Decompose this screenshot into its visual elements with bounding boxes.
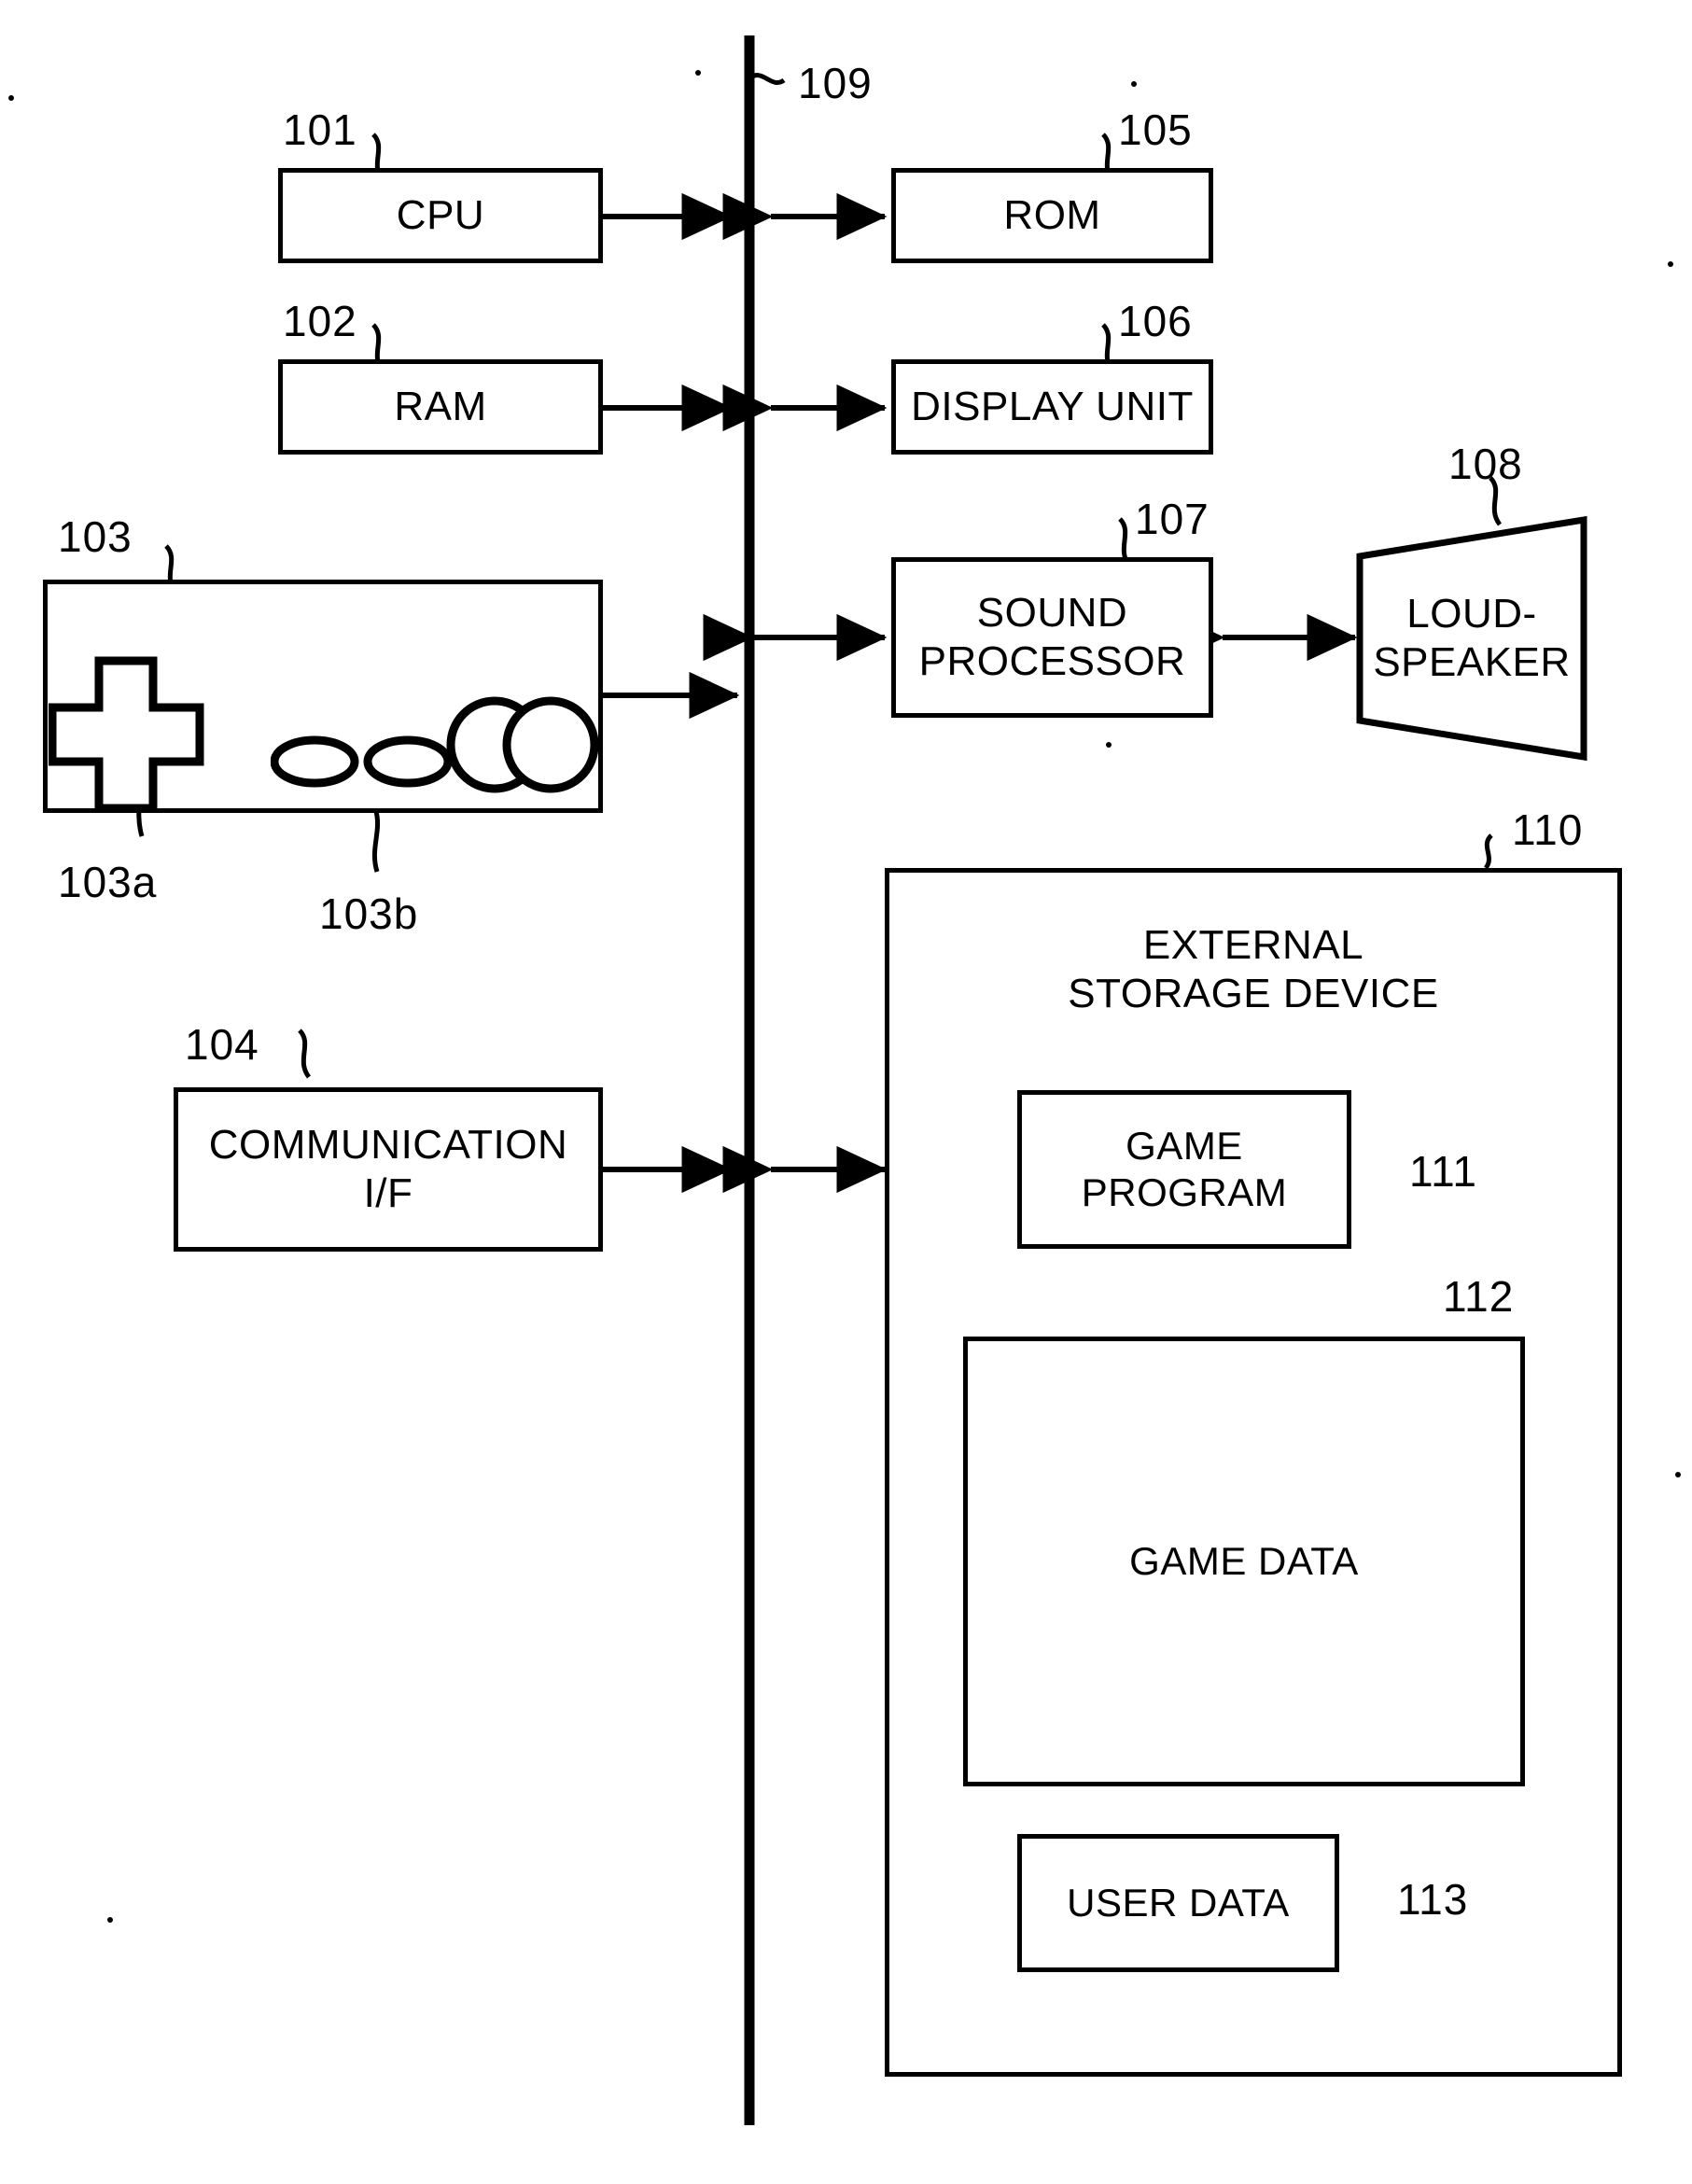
- block-cpu-label: CPU: [396, 192, 485, 239]
- leader-109: [748, 73, 786, 85]
- ref-113: 113: [1397, 1875, 1469, 1924]
- block-sound-processor-label: SOUND PROCESSOR: [918, 590, 1186, 684]
- leader-110: [1483, 833, 1493, 870]
- ref-111: 111: [1409, 1147, 1477, 1196]
- leader-103b: [371, 807, 381, 873]
- block-communication-if[interactable]: COMMUNICATION I/F: [174, 1087, 603, 1252]
- block-display-unit[interactable]: DISPLAY UNIT: [891, 359, 1213, 455]
- block-user-data-label: USER DATA: [1067, 1881, 1290, 1925]
- block-ram[interactable]: RAM: [278, 359, 603, 455]
- block-rom[interactable]: ROM: [891, 168, 1213, 263]
- ref-112: 112: [1443, 1272, 1515, 1321]
- block-communication-if-label: COMMUNICATION I/F: [208, 1122, 568, 1216]
- ref-102: 102: [283, 297, 357, 345]
- figure-canvas: CPU 101 RAM 102 ROM 105 DISPLAY UNIT 106…: [0, 0, 1692, 2184]
- block-game-data[interactable]: GAME DATA: [963, 1337, 1525, 1786]
- block-loudspeaker-label: LOUD- SPEAKER: [1373, 591, 1571, 685]
- block-game-program-label: GAME PROGRAM: [1081, 1124, 1288, 1214]
- block-sound-processor[interactable]: SOUND PROCESSOR: [891, 557, 1213, 718]
- controller-button-circle-icon[interactable]: [493, 681, 623, 793]
- dpad-cross-icon[interactable]: [49, 653, 235, 831]
- ref-103: 103: [58, 512, 133, 561]
- leader-104: [298, 1029, 312, 1079]
- block-ram-label: RAM: [394, 384, 487, 430]
- block-cpu[interactable]: CPU: [278, 168, 603, 263]
- ref-109: 109: [798, 59, 873, 107]
- block-loudspeaker[interactable]: LOUD- SPEAKER: [1355, 515, 1588, 762]
- ref-103a: 103a: [58, 858, 158, 906]
- block-display-unit-label: DISPLAY UNIT: [911, 384, 1194, 430]
- block-external-storage-device-label: EXTERNAL STORAGE DEVICE: [1068, 922, 1439, 1016]
- ref-107: 107: [1135, 495, 1210, 543]
- block-user-data[interactable]: USER DATA: [1017, 1834, 1339, 1972]
- ref-104: 104: [185, 1020, 259, 1069]
- block-game-data-label: GAME DATA: [1129, 1539, 1359, 1584]
- ref-108: 108: [1448, 440, 1523, 488]
- ref-106: 106: [1118, 297, 1193, 345]
- ref-105: 105: [1118, 105, 1193, 154]
- block-rom-label: ROM: [1003, 192, 1101, 239]
- block-game-program[interactable]: GAME PROGRAM: [1017, 1090, 1351, 1249]
- ref-101: 101: [283, 105, 357, 154]
- ref-103b: 103b: [319, 889, 419, 938]
- ref-110: 110: [1512, 805, 1584, 854]
